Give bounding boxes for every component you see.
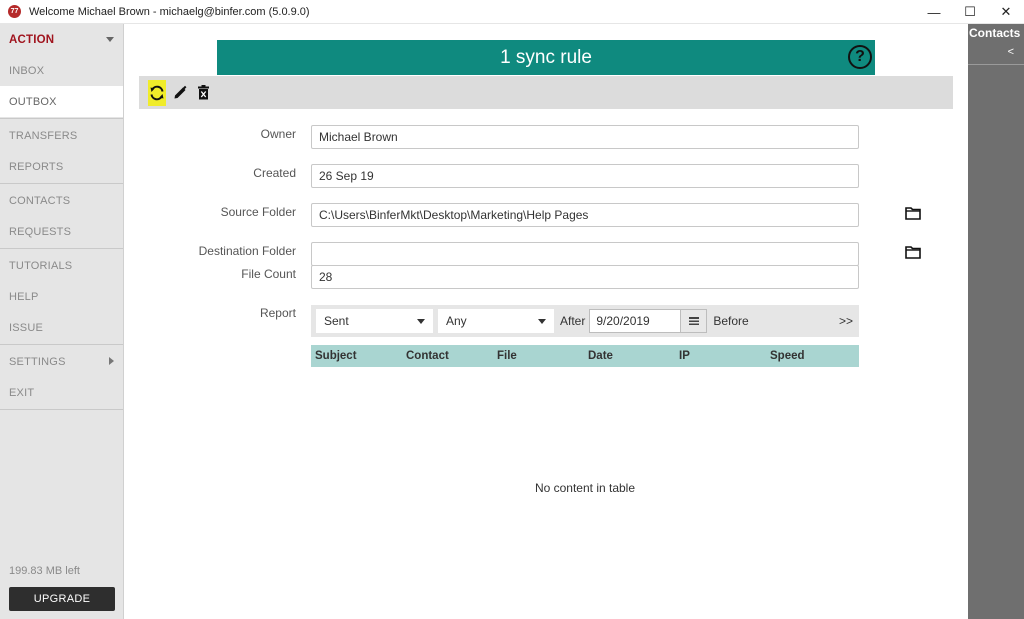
sidebar-item-issue[interactable]: ISSUE [0,312,123,343]
destination-folder-field[interactable] [311,242,859,266]
sidebar-item-outbox[interactable]: OUTBOX [0,86,123,117]
sidebar-item-label: SETTINGS [9,355,66,368]
storage-left-text: 199.83 MB left [9,565,80,577]
divider [0,183,123,184]
sync-icon [150,85,164,100]
destination-folder-label: Destination Folder [198,244,296,258]
sidebar-item-requests[interactable]: REQUESTS [0,216,123,247]
owner-label: Owner [260,127,296,141]
sidebar-item-label: ACTION [9,33,55,46]
calendar-icon [688,316,699,325]
sidebar-item-contacts[interactable]: CONTACTS [0,185,123,216]
delete-button[interactable] [194,80,212,106]
source-folder-field[interactable]: C:\Users\BinferMkt\Desktop\Marketing\Hel… [311,203,859,227]
contact-select[interactable]: Any [438,309,554,333]
column-header-file[interactable]: File [493,350,584,362]
sidebar-item-label: EXIT [9,386,35,399]
sidebar-item-label: CONTACTS [9,194,71,207]
sidebar-item-tutorials[interactable]: TUTORIALS [0,250,123,281]
sidebar-item-label: REQUESTS [9,225,72,238]
before-label: Before [713,314,749,328]
window-title: Welcome Michael Brown - michaelg@binfer.… [29,5,310,18]
sidebar-item-label: HELP [9,290,39,303]
column-header-subject[interactable]: Subject [311,350,402,362]
close-button[interactable]: ✕ [988,0,1024,24]
sidebar-item-label: REPORTS [9,160,64,173]
sidebar-item-label: TRANSFERS [9,129,78,142]
divider [0,118,123,119]
window-controls: — ☐ ✕ [916,0,1024,24]
contacts-panel: Contacts < [968,24,1024,619]
sidebar-item-label: TUTORIALS [9,259,73,272]
column-header-date[interactable]: Date [584,350,675,362]
empty-table-message: No content in table [534,481,636,495]
help-icon[interactable]: ? [848,45,872,69]
folder-icon[interactable] [905,206,921,220]
sidebar-item-exit[interactable]: EXIT [0,377,123,408]
column-header-speed[interactable]: Speed [766,350,857,362]
created-field[interactable]: 26 Sep 19 [311,164,859,188]
report-filter-bar: Sent Any After 9/20/2019 Before >> [311,305,859,337]
folder-icon[interactable] [905,245,921,259]
created-label: Created [253,166,296,180]
chevron-down-icon [106,37,114,42]
sidebar-item-transfers[interactable]: TRANSFERS [0,120,123,151]
sync-button[interactable] [148,79,166,106]
divider [0,409,123,410]
table-header: Subject Contact File Date IP Speed [311,345,859,367]
after-date-value: 9/20/2019 [596,314,650,328]
sidebar-item-settings[interactable]: SETTINGS [0,346,123,377]
upgrade-button[interactable]: UPGRADE [9,587,115,611]
sidebar-item-label: OUTBOX [9,95,57,108]
source-folder-label: Source Folder [220,205,296,219]
collapse-panel-button[interactable]: < [1008,46,1014,58]
chevron-right-icon [109,357,114,365]
delete-icon [197,85,209,100]
sidebar-item-inbox[interactable]: INBOX [0,55,123,86]
page-header: 1 sync rule ? [217,40,875,75]
status-select[interactable]: Sent [316,309,433,333]
toolbar [139,76,953,109]
owner-field[interactable]: Michael Brown [311,125,859,149]
sidebar-item-action[interactable]: ACTION [0,24,123,55]
contact-select-value: Any [446,314,467,328]
file-count-label: File Count [241,267,296,281]
contacts-panel-title: Contacts [969,26,1021,40]
report-label: Report [259,306,296,320]
calendar-button[interactable] [680,310,707,332]
chevron-down-icon [417,318,425,324]
maximize-button[interactable]: ☐ [952,0,988,24]
file-count-field[interactable]: 28 [311,265,859,289]
sidebar-item-label: INBOX [9,64,45,77]
chevron-down-icon [538,318,546,324]
edit-button[interactable] [171,80,189,106]
minimize-button[interactable]: — [916,0,952,24]
sidebar-item-help[interactable]: HELP [0,281,123,312]
sidebar: ACTION INBOX OUTBOX TRANSFERS REPORTS CO… [0,24,124,619]
after-label: After [560,314,586,328]
divider [0,248,123,249]
after-date-input[interactable]: 9/20/2019 [589,309,708,333]
column-header-contact[interactable]: Contact [402,350,493,362]
page-title: 1 sync rule [500,46,592,68]
status-select-value: Sent [324,314,349,328]
sidebar-item-reports[interactable]: REPORTS [0,151,123,182]
edit-icon [174,85,186,99]
divider [0,344,123,345]
sidebar-item-label: ISSUE [9,321,44,334]
app-logo-icon: 77 [8,5,21,18]
divider [968,64,1024,65]
more-filters-button[interactable]: >> [839,314,853,328]
title-bar: 77 Welcome Michael Brown - michaelg@binf… [0,0,1024,24]
column-header-ip[interactable]: IP [675,350,766,362]
